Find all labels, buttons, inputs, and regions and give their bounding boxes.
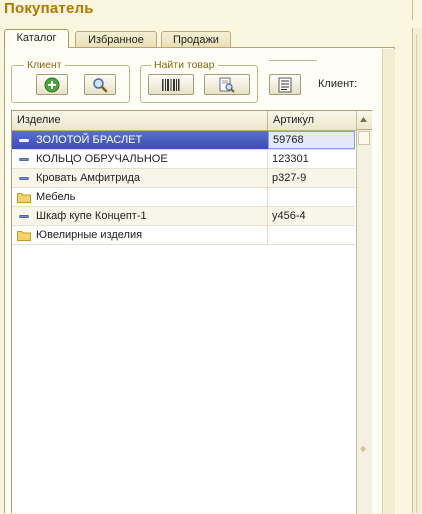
row-name: Мебель bbox=[36, 191, 76, 203]
find-document-icon bbox=[219, 77, 235, 93]
side-splitter[interactable] bbox=[412, 28, 422, 513]
search-client-button[interactable] bbox=[84, 74, 116, 95]
window-title: Покупатель bbox=[4, 0, 94, 17]
tab-sales[interactable]: Продажи bbox=[161, 31, 231, 47]
catalog-table: Изделие Артикул ЗОЛОТОЙ БРАСЛЕТ 59768 КО… bbox=[11, 110, 372, 514]
item-icon bbox=[19, 158, 29, 161]
table-row[interactable]: Ювелирные изделия bbox=[12, 226, 355, 245]
row-code bbox=[268, 188, 355, 206]
table-row[interactable]: ЗОЛОТОЙ БРАСЛЕТ 59768 bbox=[12, 131, 355, 150]
scroll-grip-icon: ◆ bbox=[360, 444, 367, 453]
find-in-catalog-button[interactable] bbox=[204, 74, 250, 95]
chevron-up-icon bbox=[360, 117, 367, 122]
column-header-item[interactable]: Изделие bbox=[12, 111, 267, 130]
tab-favorites[interactable]: Избранное bbox=[75, 31, 157, 47]
find-product-legend: Найти товар bbox=[151, 59, 218, 71]
item-icon bbox=[19, 215, 29, 218]
row-code: р327-9 bbox=[272, 172, 307, 184]
table-header: Изделие Артикул bbox=[12, 111, 371, 131]
row-code: у456-4 bbox=[272, 210, 306, 222]
client-group-legend: Клиент bbox=[24, 59, 65, 71]
list-view-button[interactable] bbox=[269, 74, 301, 95]
panel-scroll-strip bbox=[382, 49, 395, 514]
row-code bbox=[268, 226, 355, 244]
column-header-article[interactable]: Артикул bbox=[268, 111, 356, 130]
tab-catalog[interactable]: Каталог bbox=[4, 29, 69, 48]
table-row[interactable]: КОЛЬЦО ОБРУЧАЛЬНОЕ 123301 bbox=[12, 150, 355, 169]
add-icon bbox=[44, 77, 60, 92]
right-divider bbox=[412, 0, 413, 20]
list-icon bbox=[278, 77, 292, 92]
row-name: ЗОЛОТОЙ БРАСЛЕТ bbox=[36, 134, 143, 146]
folder-icon bbox=[17, 193, 31, 203]
scroll-thumb[interactable] bbox=[358, 131, 370, 145]
table-row[interactable]: Мебель bbox=[12, 188, 355, 207]
table-row[interactable]: Шкаф купе Концепт-1 у456-4 bbox=[12, 207, 355, 226]
client-label: Клиент: bbox=[318, 78, 358, 90]
scroll-up-button[interactable] bbox=[357, 111, 372, 130]
row-code: 59768 bbox=[268, 131, 355, 149]
table-vertical-scrollbar[interactable]: ◆ bbox=[356, 111, 372, 514]
tab-sales-label: Продажи bbox=[173, 34, 219, 46]
item-icon bbox=[19, 177, 29, 180]
row-code: 123301 bbox=[272, 153, 309, 165]
table-row[interactable]: Кровать Амфитрида р327-9 bbox=[12, 169, 355, 188]
tab-catalog-label: Каталог bbox=[16, 32, 57, 44]
side-splitter-line bbox=[416, 34, 417, 513]
add-client-button[interactable] bbox=[36, 74, 68, 95]
find-by-barcode-button[interactable] bbox=[148, 74, 194, 95]
barcode-icon bbox=[162, 78, 180, 91]
row-name: Кровать Амфитрида bbox=[36, 172, 140, 184]
row-name: Шкаф купе Концепт-1 bbox=[36, 210, 147, 222]
row-name: КОЛЬЦО ОБРУЧАЛЬНОЕ bbox=[36, 153, 168, 165]
folder-icon bbox=[17, 231, 31, 241]
tab-favorites-label: Избранное bbox=[88, 34, 144, 46]
toolbar-divider bbox=[269, 60, 317, 61]
item-icon bbox=[19, 139, 29, 142]
search-icon bbox=[93, 77, 108, 92]
row-name: Ювелирные изделия bbox=[36, 229, 143, 241]
